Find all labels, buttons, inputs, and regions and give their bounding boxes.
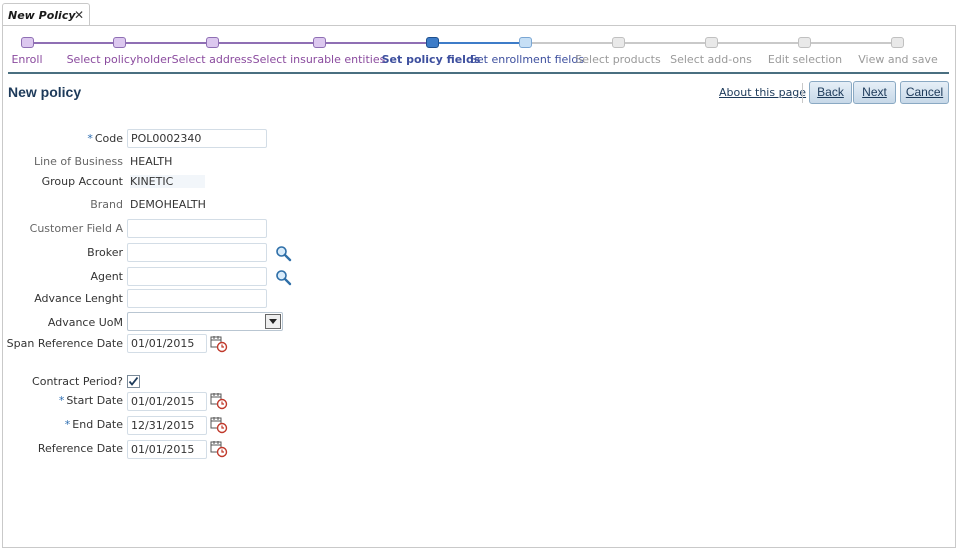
line-of-business-value: HEALTH — [130, 155, 173, 168]
required-marker: * — [64, 418, 71, 431]
train-label-select-insurable-entities[interactable]: Select insurable entities — [253, 53, 386, 66]
agent-input[interactable] — [127, 267, 267, 286]
train-label-view-and-save: View and save — [858, 53, 938, 66]
group-account-value: KINETIC — [130, 175, 206, 188]
agent-label: Agent — [90, 270, 123, 283]
end-date-input[interactable]: 12/31/2015 — [127, 416, 207, 435]
line-of-business-label: Line of Business — [33, 155, 123, 168]
train-label-set-enrollment-fields[interactable]: Set enrollment fields — [470, 53, 584, 66]
broker-input[interactable] — [127, 243, 267, 262]
span-reference-date-input[interactable]: 01/01/2015 — [127, 334, 207, 353]
about-this-page-link[interactable]: About this page — [719, 86, 806, 99]
start-date-input[interactable]: 01/01/2015 — [127, 392, 207, 411]
train-line-current — [432, 42, 525, 44]
train-label-enroll[interactable]: Enroll — [11, 53, 42, 66]
brand-label: Brand — [90, 198, 123, 211]
search-icon[interactable] — [275, 245, 292, 262]
next-button[interactable]: Next — [853, 81, 896, 104]
tab-new-policy[interactable]: New Policy ✕ — [2, 3, 90, 27]
tab-label: New Policy — [8, 9, 76, 22]
train-stop-enroll[interactable] — [21, 37, 34, 48]
train-stop-set-policy-fields[interactable] — [426, 37, 439, 48]
train-stop-select-address[interactable] — [206, 37, 219, 48]
train-label-select-address[interactable]: Select address — [172, 53, 253, 66]
train-label-select-policyholder[interactable]: Select policyholder — [67, 53, 172, 66]
train-label-select-products: Select products — [575, 53, 661, 66]
header-divider — [8, 72, 949, 74]
tab-strip: New Policy ✕ — [0, 0, 959, 27]
advance-uom-label: Advance UoM — [47, 316, 123, 329]
page-title: New policy — [8, 84, 82, 100]
group-account-label: Group Account — [41, 175, 123, 188]
brand-value: DEMOHEALTH — [130, 198, 206, 211]
advance-length-input[interactable] — [127, 289, 267, 308]
train-stop-select-add-ons — [705, 37, 718, 48]
header-separator — [802, 83, 803, 103]
close-icon[interactable]: ✕ — [74, 8, 84, 22]
required-marker: * — [87, 132, 93, 145]
code-field[interactable]: POL0002340 — [127, 129, 267, 148]
advance-uom-select[interactable] — [127, 312, 283, 331]
train-line-visited — [27, 42, 432, 44]
train-label-edit-selection: Edit selection — [767, 53, 843, 66]
cancel-button[interactable]: Cancel — [900, 81, 949, 104]
calendar-icon[interactable] — [210, 392, 228, 410]
end-date-label: * End Date — [64, 418, 123, 431]
start-date-label: * Start Date — [58, 394, 123, 407]
train-stop-select-products — [612, 37, 625, 48]
span-reference-date-label: Span Reference Date — [6, 337, 123, 350]
contract-period-label: Contract Period? — [32, 375, 123, 388]
chevron-down-icon[interactable] — [265, 314, 281, 329]
train-stop-view-and-save — [891, 37, 904, 48]
search-icon[interactable] — [275, 269, 292, 286]
train-stop-select-insurable-entities[interactable] — [313, 37, 326, 48]
calendar-icon[interactable] — [210, 416, 228, 434]
required-marker: * — [58, 394, 65, 407]
contract-period-checkbox[interactable] — [127, 375, 140, 388]
train-label-select-add-ons: Select add-ons — [670, 53, 752, 66]
train-stop-set-enrollment-fields[interactable] — [519, 37, 532, 48]
reference-date-label: Reference Date — [37, 442, 123, 455]
customer-field-a-label: Customer Field A — [29, 222, 123, 235]
calendar-icon[interactable] — [210, 440, 228, 458]
broker-label: Broker — [87, 246, 123, 259]
train-stop-select-policyholder[interactable] — [113, 37, 126, 48]
calendar-icon[interactable] — [210, 335, 228, 353]
code-label: * Code — [87, 132, 123, 145]
train-stop-edit-selection — [798, 37, 811, 48]
back-button[interactable]: Back — [809, 81, 852, 104]
customer-field-a-input[interactable] — [127, 219, 267, 238]
reference-date-input[interactable]: 01/01/2015 — [127, 440, 207, 459]
train-label-set-policy-fields: Set policy fields — [381, 53, 481, 66]
checkmark-icon — [128, 376, 139, 386]
advance-length-label: Advance Lenght — [34, 292, 123, 305]
